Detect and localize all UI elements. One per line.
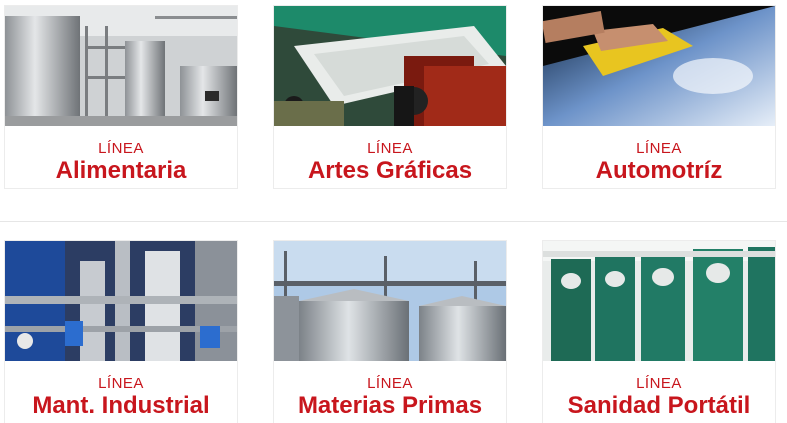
card-title[interactable]: Sanidad Portátil <box>543 392 775 420</box>
card-title[interactable]: Automotríz <box>543 157 775 185</box>
car-polishing-image[interactable] <box>543 6 775 126</box>
printing-press-image[interactable] <box>274 6 506 126</box>
card-title[interactable]: Artes Gráficas <box>274 157 506 185</box>
card-artes-graficas[interactable]: LÍNEA Artes Gráficas <box>274 6 506 188</box>
card-automotriz[interactable]: LÍNEA Automotríz <box>543 6 775 188</box>
portable-toilets-image[interactable] <box>543 241 775 361</box>
card-kicker: LÍNEA <box>636 375 682 392</box>
card-materias-primas[interactable]: LÍNEA Materias Primas <box>274 241 506 423</box>
card-mant-industrial[interactable]: LÍNEA Mant. Industrial <box>5 241 237 423</box>
grain-silos-image[interactable] <box>274 241 506 361</box>
card-kicker: LÍNEA <box>98 140 144 157</box>
card-title[interactable]: Mant. Industrial <box>5 392 237 420</box>
card-alimentaria[interactable]: LÍNEA Alimentaria <box>5 6 237 188</box>
card-sanidad-portatil[interactable]: LÍNEA Sanidad Portátil <box>543 241 775 423</box>
card-kicker: LÍNEA <box>98 375 144 392</box>
row-divider <box>0 221 787 222</box>
card-kicker: LÍNEA <box>367 375 413 392</box>
card-title[interactable]: Materias Primas <box>274 392 506 420</box>
card-kicker: LÍNEA <box>636 140 682 157</box>
food-processing-tanks-image[interactable] <box>5 6 237 126</box>
industrial-pipes-image[interactable] <box>5 241 237 361</box>
card-title[interactable]: Alimentaria <box>5 157 237 185</box>
card-kicker: LÍNEA <box>367 140 413 157</box>
